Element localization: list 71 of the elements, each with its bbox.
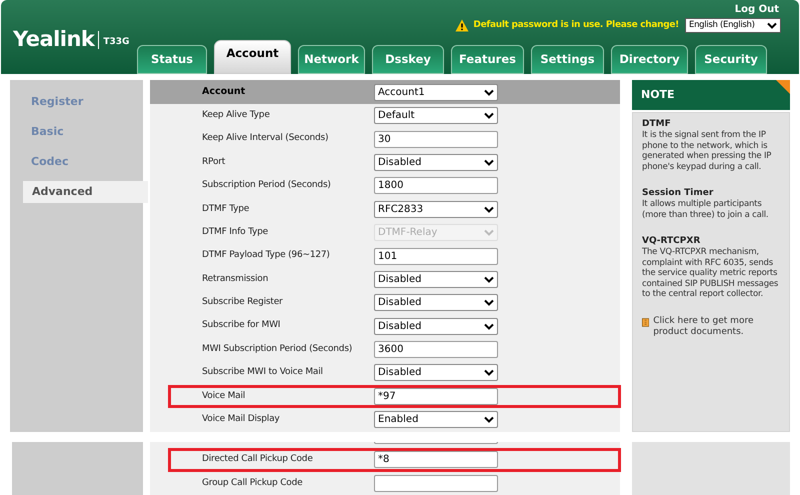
brand-logo: Yealink <box>13 26 94 53</box>
input-field[interactable]: *97 <box>374 388 498 405</box>
documents-link[interactable]: Click here to get more product documents. <box>653 316 780 338</box>
field-label: MWI Subscription Period (Seconds) <box>201 342 354 356</box>
field-label: Directed Call Pickup Code <box>201 453 314 466</box>
field-label: RPort <box>201 156 226 169</box>
field-label: Subscription Period (Seconds) <box>201 179 332 192</box>
dropdown[interactable]: Disabled <box>374 294 498 312</box>
dropdown: DTMF-Relay <box>374 224 498 242</box>
note-title: DTMF <box>642 119 672 130</box>
field-label: Subscribe for MWI <box>201 319 282 332</box>
field-label: DTMF Payload Type (96~127) <box>201 249 331 262</box>
chevron-icon <box>484 88 494 96</box>
dropdown[interactable]: Disabled <box>374 364 498 382</box>
logout-link[interactable]: Log Out <box>734 2 779 17</box>
field-label: Group Call Pickup Code <box>201 476 304 490</box>
field-label: Subscribe MWI to Voice Mail <box>201 366 324 380</box>
dropdown[interactable]: Disabled <box>374 318 498 335</box>
note-text: It is the signal sent from the IP phone to the network, which is generated when pressing the IP phone's keypad during a call. <box>642 130 772 172</box>
note-title: VQ-RTCPXR <box>642 236 702 247</box>
chevron-icon <box>767 22 777 29</box>
document-icon <box>642 316 650 328</box>
model-name: T33G <box>103 36 130 49</box>
dropdown[interactable]: Disabled <box>374 270 498 288</box>
input-field[interactable] <box>374 442 498 444</box>
input-field[interactable]: 101 <box>374 248 498 265</box>
corner-fold-icon <box>776 80 790 94</box>
nav-tab[interactable]: Account <box>214 40 291 74</box>
note-title: Session Timer <box>642 188 714 199</box>
nav-tab[interactable]: Security <box>695 45 767 74</box>
dropdown[interactable]: Account1 <box>374 84 498 100</box>
dropdown[interactable]: Enabled <box>374 411 498 428</box>
note-text: The VQ-RTCPXR mechanism, complaint with RFC 6035, sends the service quality metric reports contained SIP PUBLISH messages to the central report collector. <box>642 247 780 300</box>
nav-tab[interactable]: Status <box>137 45 207 74</box>
field-label: DTMF Info Type <box>201 226 269 239</box>
nav-tab[interactable]: Network <box>298 45 365 74</box>
field-label: Keep Alive Type <box>201 108 271 122</box>
sidebar-item[interactable]: Advanced <box>23 181 148 203</box>
warning-message: Default password is in use. Please change! <box>473 18 679 32</box>
field-label: Keep Alive Interval (Seconds) <box>201 132 330 146</box>
language-select[interactable]: English (English) <box>685 18 781 33</box>
chevron-icon <box>484 369 494 376</box>
input-field[interactable]: 1800 <box>374 177 498 194</box>
nav-tab[interactable]: Directory <box>611 45 688 74</box>
note-text: It allows multiple participants (more than three) to join a call. <box>642 199 770 220</box>
field-label: Voice Mail <box>201 390 246 403</box>
field-label: Subscribe Register <box>201 296 284 310</box>
field-label: Retransmission <box>201 272 270 286</box>
field-label: Voice Mail Display <box>201 413 281 426</box>
input-field[interactable] <box>374 474 498 492</box>
chevron-icon <box>484 322 494 330</box>
nav-tab[interactable]: Features <box>451 45 524 74</box>
field-label: DTMF Type <box>201 202 250 216</box>
nav-tab[interactable]: Settings <box>531 45 604 74</box>
chevron-icon <box>484 276 494 283</box>
input-field[interactable]: *8 <box>374 451 498 468</box>
note-header: NOTE <box>632 80 790 110</box>
chevron-icon <box>484 416 494 424</box>
field-label: Account <box>201 84 246 99</box>
chevron-icon <box>484 112 494 120</box>
chevron-icon <box>484 206 494 213</box>
chevron-icon <box>484 158 494 166</box>
dropdown[interactable]: Disabled <box>374 154 498 171</box>
input-field[interactable]: 30 <box>374 130 498 148</box>
dropdown[interactable]: RFC2833 <box>374 200 498 218</box>
warning-icon <box>455 19 470 32</box>
input-field[interactable]: 3600 <box>374 341 498 358</box>
chevron-icon <box>484 229 494 236</box>
nav-tab[interactable]: Dsskey <box>372 45 444 74</box>
chevron-icon <box>484 299 494 306</box>
dropdown[interactable]: Default <box>374 107 498 124</box>
